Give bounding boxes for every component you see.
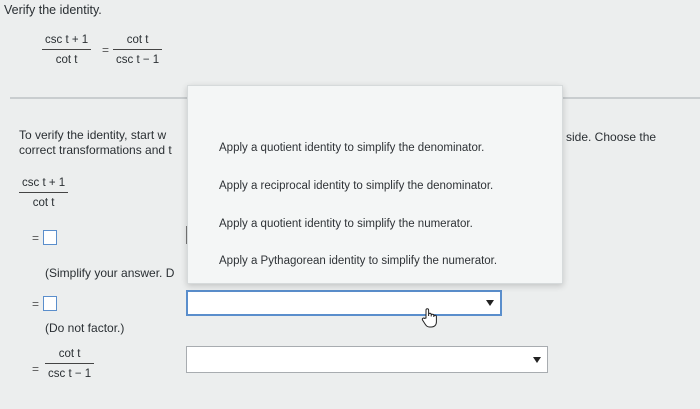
page-instruction: Verify the identity. bbox=[4, 3, 102, 17]
step0-fraction: csc t + 1 cot t bbox=[19, 177, 69, 209]
chevron-down-icon bbox=[486, 300, 494, 306]
step0-numerator: csc t + 1 bbox=[22, 177, 66, 189]
identity-lhs-fraction: csc t + 1 cot t bbox=[42, 34, 92, 66]
step0-denominator: cot t bbox=[32, 197, 55, 209]
prompt-tail: side. Choose the bbox=[566, 130, 657, 144]
prompt-line-1: To verify the identity, start w bbox=[19, 128, 167, 142]
dropdown-option[interactable]: Apply a reciprocal identity to simplify … bbox=[219, 180, 493, 192]
step-reason-select-2[interactable] bbox=[186, 346, 548, 373]
final-numerator: cot t bbox=[58, 348, 81, 360]
hand-pointer-icon bbox=[420, 307, 440, 334]
step3-equals: = bbox=[32, 362, 40, 376]
final-denominator: csc t − 1 bbox=[48, 368, 92, 380]
identity-equals: = bbox=[102, 43, 110, 57]
hint-simplify: (Simplify your answer. D bbox=[45, 266, 175, 280]
answer-input-2[interactable] bbox=[43, 296, 57, 311]
identity-lhs-numerator: csc t + 1 bbox=[45, 34, 89, 46]
reason-dropdown-list: Apply a quotient identity to simplify th… bbox=[187, 85, 563, 284]
dropdown-option[interactable]: Apply a quotient identity to simplify th… bbox=[219, 142, 484, 154]
final-fraction: cot t csc t − 1 bbox=[45, 348, 95, 380]
dropdown-option[interactable]: Apply a quotient identity to simplify th… bbox=[219, 218, 473, 230]
step2-equals: = bbox=[32, 297, 40, 311]
hint-no-factor: (Do not factor.) bbox=[45, 321, 125, 335]
answer-input-1[interactable] bbox=[43, 230, 57, 245]
identity-rhs-fraction: cot t csc t − 1 bbox=[113, 34, 163, 66]
prompt-line-2: correct transformations and t bbox=[19, 143, 172, 157]
identity-rhs-denominator: csc t − 1 bbox=[116, 54, 160, 66]
step-reason-select-1[interactable] bbox=[186, 290, 502, 316]
identity-lhs-denominator: cot t bbox=[55, 54, 78, 66]
identity-rhs-numerator: cot t bbox=[126, 34, 149, 46]
step1-equals: = bbox=[32, 231, 40, 245]
chevron-down-icon bbox=[533, 356, 541, 363]
dropdown-option[interactable]: Apply a Pythagorean identity to simplify… bbox=[219, 255, 497, 267]
